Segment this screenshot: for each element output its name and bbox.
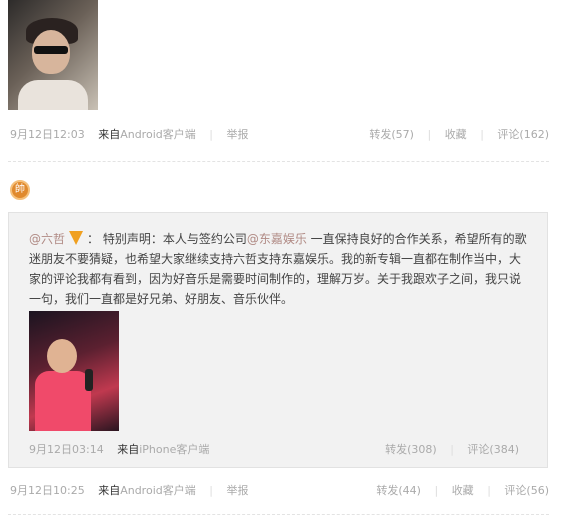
orig-client-link[interactable]: iPhone客户端 — [139, 443, 209, 456]
report-link[interactable]: 举报 — [226, 484, 248, 497]
separator: | — [480, 128, 484, 141]
report-link[interactable]: 举报 — [226, 128, 248, 141]
post-divider — [8, 161, 549, 162]
separator: | — [209, 484, 213, 497]
user-avatar-icon[interactable]: 帥 — [10, 180, 30, 200]
repost-text-part-a: ： 特别声明：本人与签约公司 — [87, 232, 247, 246]
client-link[interactable]: Android客户端 — [120, 484, 196, 497]
post-time[interactable]: 9月12日10:25 — [10, 484, 85, 497]
separator: | — [487, 484, 491, 497]
repost-link[interactable]: 转发(57) — [369, 128, 414, 141]
from-label: 来自 — [98, 484, 121, 497]
repost-meta-row: 9月12日03:14 来自iPhone客户端 转发(308) | 评论(384) — [29, 441, 519, 457]
orig-repost-link[interactable]: 转发(308) — [385, 443, 437, 456]
orig-post-time[interactable]: 9月12日03:14 — [29, 443, 104, 456]
repost-photo[interactable] — [29, 311, 119, 431]
author-link[interactable]: @六哲 — [29, 232, 65, 246]
from-label: 来自 — [98, 128, 121, 141]
photo-face — [47, 339, 77, 373]
post-time[interactable]: 9月12日12:03 — [10, 128, 85, 141]
post-photo[interactable] — [8, 0, 98, 110]
repost-link[interactable]: 转发(44) — [376, 484, 421, 497]
comment-link[interactable]: 评论(56) — [504, 484, 549, 497]
mention-link[interactable]: @东嘉娱乐 — [247, 232, 307, 246]
photo-sunglasses — [34, 46, 68, 54]
orig-from-label: 来自 — [117, 443, 140, 456]
photo-shirt — [18, 80, 88, 110]
post-divider — [8, 514, 549, 515]
repost-text: @六哲： 特别声明：本人与签约公司@东嘉娱乐 一直保持良好的合作关系，希望所有的… — [29, 229, 529, 309]
orig-comment-link[interactable]: 评论(384) — [467, 443, 519, 456]
favorite-link[interactable]: 收藏 — [445, 128, 467, 141]
separator: | — [427, 128, 432, 141]
separator: | — [450, 443, 454, 456]
separator: | — [209, 128, 213, 141]
photo-jacket — [35, 371, 91, 431]
photo-microphone — [85, 369, 93, 391]
comment-link[interactable]: 评论(162) — [497, 128, 549, 141]
post-meta-row: 9月12日10:25 来自Android客户端 | 举报 转发(44) | 收藏… — [10, 482, 549, 498]
post-meta-row: 9月12日12:03 来自Android客户端 | 举报 转发(57) | 收藏… — [10, 126, 549, 142]
favorite-link[interactable]: 收藏 — [452, 484, 474, 497]
separator: | — [434, 484, 439, 497]
reposted-content-box: @六哲： 特别声明：本人与签约公司@东嘉娱乐 一直保持良好的合作关系，希望所有的… — [8, 212, 548, 468]
client-link[interactable]: Android客户端 — [120, 128, 196, 141]
verified-v-icon — [69, 231, 84, 245]
